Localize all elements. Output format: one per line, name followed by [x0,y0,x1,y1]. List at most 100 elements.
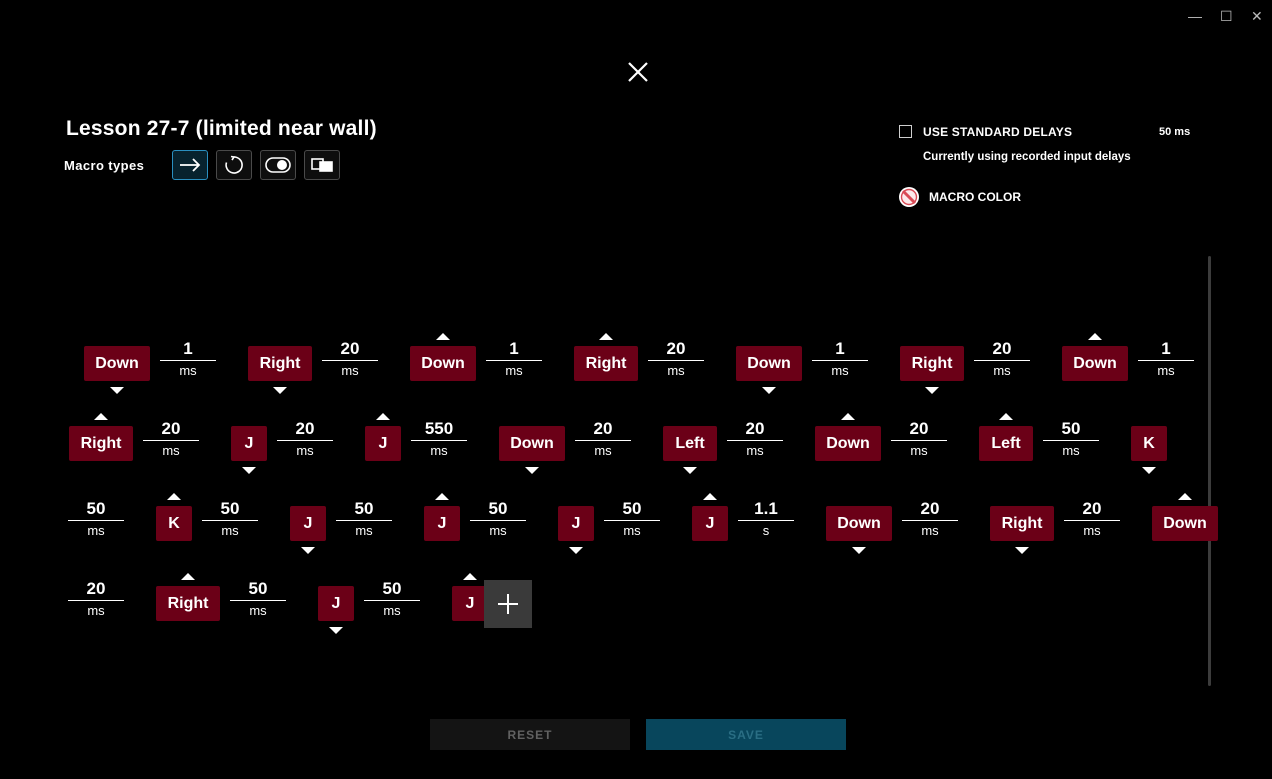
delay-action[interactable]: 50 ms [364,579,420,619]
delay-action[interactable]: 20 ms [902,499,958,539]
delay-value: 1 [1138,339,1194,361]
key-action-j-up[interactable]: J [365,426,401,461]
delay-action[interactable]: 50 ms [68,499,124,539]
delay-action[interactable]: 20 ms [1064,499,1120,539]
delay-action[interactable]: 20 ms [891,419,947,459]
delay-value: 550 [411,419,467,441]
delay-unit: ms [1062,443,1080,458]
delay-action[interactable]: 1 ms [812,339,868,379]
key-action-j-up[interactable]: J [424,506,460,541]
delay-action[interactable]: 50 ms [470,499,526,539]
key-down-arrow-icon [569,547,583,554]
minimize-button[interactable]: — [1188,8,1202,24]
key-up-arrow-icon [999,413,1013,420]
key-up-arrow-icon [94,413,108,420]
key-action-j-down[interactable]: J [231,426,267,461]
standard-delays-label: USE STANDARD DELAYS [923,125,1073,139]
sequence-scrollbar[interactable] [1208,256,1211,686]
macro-type-repeat-button[interactable] [216,150,252,180]
key-action-down-up[interactable]: Down [1062,346,1128,381]
macro-color-button[interactable] [898,186,920,208]
delay-unit: ms [921,523,939,538]
key-down-arrow-icon [110,387,124,394]
delays-status-text: Currently using recorded input delays [923,151,1131,163]
save-button[interactable]: SAVE [646,719,846,750]
delay-action[interactable]: 50 ms [202,499,258,539]
delay-action[interactable]: 1 ms [1138,339,1194,379]
delay-action[interactable]: 20 ms [648,339,704,379]
delay-unit: ms [179,363,197,378]
key-action-right-down[interactable]: Right [990,506,1054,541]
delay-action[interactable]: 20 ms [322,339,378,379]
add-action-button[interactable] [484,580,532,628]
key-down-arrow-icon [925,387,939,394]
delay-unit: ms [489,523,507,538]
key-action-down-up[interactable]: Down [1152,506,1218,541]
key-up-arrow-icon [463,573,477,580]
window-close-button[interactable]: ✕ [1251,8,1263,24]
delay-value: 20 [648,339,704,361]
key-action-j-down[interactable]: J [318,586,354,621]
delay-unit: ms [162,443,180,458]
key-down-arrow-icon [1142,467,1156,474]
delay-action[interactable]: 20 ms [277,419,333,459]
macro-type-toggle-button[interactable] [260,150,296,180]
key-action-right-down[interactable]: Right [248,346,312,381]
delay-value: 20 [1064,499,1120,521]
key-action-left-down[interactable]: Left [663,426,717,461]
delay-value: 20 [727,419,783,441]
delay-value: 20 [322,339,378,361]
key-action-right-up[interactable]: Right [156,586,220,621]
delay-value: 50 [230,579,286,601]
reset-button[interactable]: RESET [430,719,630,750]
key-action-j-up[interactable]: J [692,506,728,541]
delay-unit: ms [1157,363,1175,378]
delay-value: 50 [470,499,526,521]
delay-unit: ms [667,363,685,378]
delay-action[interactable]: 550 ms [411,419,467,459]
key-down-arrow-icon [329,627,343,634]
standard-delays-checkbox[interactable] [899,125,912,138]
dialog-close-button[interactable] [626,60,650,84]
key-action-right-up[interactable]: Right [574,346,638,381]
delay-action[interactable]: 50 ms [604,499,660,539]
key-action-down-down[interactable]: Down [84,346,150,381]
key-up-arrow-icon [1178,493,1192,500]
delay-action[interactable]: 50 ms [1043,419,1099,459]
delay-value: 50 [1043,419,1099,441]
delay-unit: ms [831,363,849,378]
delay-action[interactable]: 20 ms [727,419,783,459]
delay-action[interactable]: 20 ms [68,579,124,619]
key-action-j-up[interactable]: J [452,586,488,621]
delay-value: 1 [812,339,868,361]
delay-value: 1 [486,339,542,361]
key-action-j-down[interactable]: J [558,506,594,541]
key-action-right-up[interactable]: Right [69,426,133,461]
key-action-down-up[interactable]: Down [410,346,476,381]
key-down-arrow-icon [852,547,866,554]
delay-action[interactable]: 1 ms [160,339,216,379]
delay-action[interactable]: 20 ms [974,339,1030,379]
delay-unit: ms [430,443,448,458]
delay-action[interactable]: 1 ms [486,339,542,379]
delay-action[interactable]: 20 ms [575,419,631,459]
delay-action[interactable]: 20 ms [143,419,199,459]
key-action-down-down[interactable]: Down [826,506,892,541]
delay-unit: ms [594,443,612,458]
key-down-arrow-icon [301,547,315,554]
delay-action[interactable]: 50 ms [336,499,392,539]
macro-color-label: MACRO COLOR [929,190,1021,204]
delay-action[interactable]: 50 ms [230,579,286,619]
macro-type-sequence-button[interactable] [172,150,208,180]
key-action-j-down[interactable]: J [290,506,326,541]
key-action-right-down[interactable]: Right [900,346,964,381]
key-action-k-down[interactable]: K [1131,426,1167,461]
key-action-down-down[interactable]: Down [736,346,802,381]
delay-action[interactable]: 1.1 s [738,499,794,539]
key-action-down-down[interactable]: Down [499,426,565,461]
key-action-down-up[interactable]: Down [815,426,881,461]
macro-type-hold-button[interactable] [304,150,340,180]
maximize-button[interactable]: ☐ [1220,8,1233,24]
key-action-left-up[interactable]: Left [979,426,1033,461]
key-action-k-up[interactable]: K [156,506,192,541]
